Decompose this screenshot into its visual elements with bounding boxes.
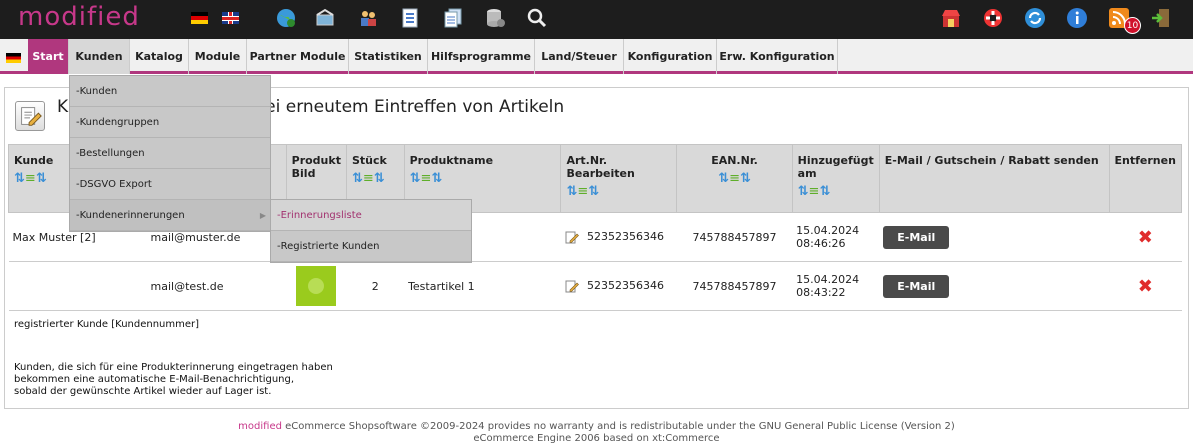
menu-erw-konfiguration[interactable]: Erw. Konfiguration: [717, 39, 838, 74]
language-flag-icon[interactable]: [6, 53, 21, 63]
dropdown-item-kunden[interactable]: -Kunden: [70, 76, 270, 107]
menu-katalog[interactable]: Katalog: [130, 39, 189, 74]
documents-icon[interactable]: [442, 7, 464, 29]
edit-icon[interactable]: [565, 230, 579, 244]
info-line: Kunden, die sich für eine Produkterinner…: [14, 362, 333, 373]
info-line: sobald der gewünschte Artikel wieder auf…: [14, 386, 272, 397]
menu-statistiken[interactable]: Statistiken: [349, 39, 428, 74]
menu-start[interactable]: Start: [28, 39, 69, 74]
dropdown-item-kundengruppen[interactable]: -Kundengruppen: [70, 107, 270, 138]
product-name: Testartikel 1: [404, 261, 561, 311]
database-icon[interactable]: [484, 7, 506, 29]
ean-number: 745788457897: [676, 212, 793, 262]
header-artnr: Art.Nr. Bearbeiten ⇅≡⇅: [560, 144, 678, 213]
sort-icon[interactable]: ⇅≡⇅: [566, 184, 671, 199]
edit-icon[interactable]: [565, 279, 579, 293]
shop-icon[interactable]: [940, 7, 962, 29]
article-number: 52352356346: [586, 279, 664, 292]
delete-icon[interactable]: ✖: [1138, 276, 1153, 297]
kunden-dropdown: -Kunden -Kundengruppen -Bestellungen -DS…: [69, 75, 271, 232]
customer-name: [8, 261, 147, 311]
quantity: 2: [346, 261, 405, 311]
lifebuoy-icon[interactable]: [982, 7, 1004, 29]
refresh-icon[interactable]: [1024, 7, 1046, 29]
send-email-button[interactable]: E-Mail: [883, 274, 950, 298]
globe-icon[interactable]: [275, 7, 297, 29]
article-number-cell: 52352356346: [560, 212, 677, 262]
article-number-cell: 52352356346: [560, 261, 677, 311]
footer-engine: eCommerce Engine 2006 based on xt:Commer…: [473, 433, 720, 444]
notification-badge: 10: [1124, 17, 1141, 34]
menu-module[interactable]: Module: [189, 39, 247, 74]
article-number: 52352356346: [586, 230, 664, 243]
dropdown-item-bestellungen[interactable]: -Bestellungen: [70, 138, 270, 169]
menu-partner-module[interactable]: Partner Module: [247, 39, 349, 74]
email-cell: E-Mail: [879, 212, 1110, 262]
menu-kunden[interactable]: Kunden: [69, 39, 130, 74]
kundenerinnerungen-submenu: -Erinnerungsliste -Registrierte Kunden: [270, 199, 472, 263]
logo[interactable]: modified: [18, 2, 140, 32]
email-cell: E-Mail: [879, 261, 1110, 311]
delete-cell: ✖: [1109, 212, 1182, 262]
main-menu: Start Kunden Katalog Module Partner Modu…: [0, 39, 1193, 74]
search-icon[interactable]: [526, 7, 548, 29]
submenu-item-erinnerungsliste[interactable]: -Erinnerungsliste: [271, 200, 471, 231]
footer-license: modified eCommerce Shopsoftware ©2009-20…: [238, 421, 955, 432]
sort-icon[interactable]: ⇅≡⇅: [352, 171, 399, 186]
table-row: mail@test.de 2 Testartikel 1 52352356346…: [8, 261, 1182, 311]
date-added: 15.04.2024 08:43:22: [792, 261, 880, 311]
date-added: 15.04.2024 08:46:26: [792, 212, 880, 262]
customer-email: mail@test.de: [146, 261, 287, 311]
header-hinzugefuegt: Hinzugefügt am ⇅≡⇅: [791, 144, 880, 213]
product-thumbnail[interactable]: [296, 266, 337, 306]
users-icon[interactable]: [357, 7, 379, 29]
menu-land-steuer[interactable]: Land/Steuer: [535, 39, 624, 74]
menu-konfiguration[interactable]: Konfiguration: [624, 39, 717, 74]
sort-icon[interactable]: ⇅≡⇅: [682, 171, 786, 186]
edit-document-icon: [15, 101, 45, 131]
info-line: bekommen eine automatische E-Mail-Benach…: [14, 374, 295, 385]
submenu-item-registrierte-kunden[interactable]: -Registrierte Kunden: [271, 231, 471, 262]
product-image: [286, 261, 347, 311]
sort-icon[interactable]: ⇅≡⇅: [798, 184, 874, 199]
submenu-arrow-icon: ▶: [259, 211, 266, 220]
basket-icon[interactable]: [314, 7, 336, 29]
top-bar: modified 10: [0, 0, 1193, 39]
sort-icon[interactable]: ⇅≡⇅: [410, 171, 556, 186]
checklist-icon[interactable]: [399, 7, 421, 29]
header-ean: EAN.Nr. ⇅≡⇅: [676, 144, 793, 213]
delete-icon[interactable]: ✖: [1138, 227, 1153, 248]
header-entfernen: Entfernen: [1108, 144, 1183, 213]
legend-text: registrierter Kunde [Kundennummer]: [14, 319, 200, 330]
dropdown-item-dsgvo-export[interactable]: -DSGVO Export: [70, 169, 270, 200]
dropdown-item-kundenerinnerungen[interactable]: -Kundenerinnerungen ▶: [70, 200, 270, 231]
delete-cell: ✖: [1109, 261, 1182, 311]
logout-icon[interactable]: [1150, 7, 1172, 29]
menu-hilfsprogramme[interactable]: Hilfsprogramme: [428, 39, 535, 74]
ean-number: 745788457897: [676, 261, 793, 311]
info-icon[interactable]: [1066, 7, 1088, 29]
english-flag-icon[interactable]: [222, 12, 239, 24]
footer-brand[interactable]: modified: [238, 421, 282, 432]
header-email-senden: E-Mail / Gutschein / Rabatt senden: [878, 144, 1110, 213]
send-email-button[interactable]: E-Mail: [883, 225, 950, 249]
german-flag-icon[interactable]: [191, 12, 208, 24]
